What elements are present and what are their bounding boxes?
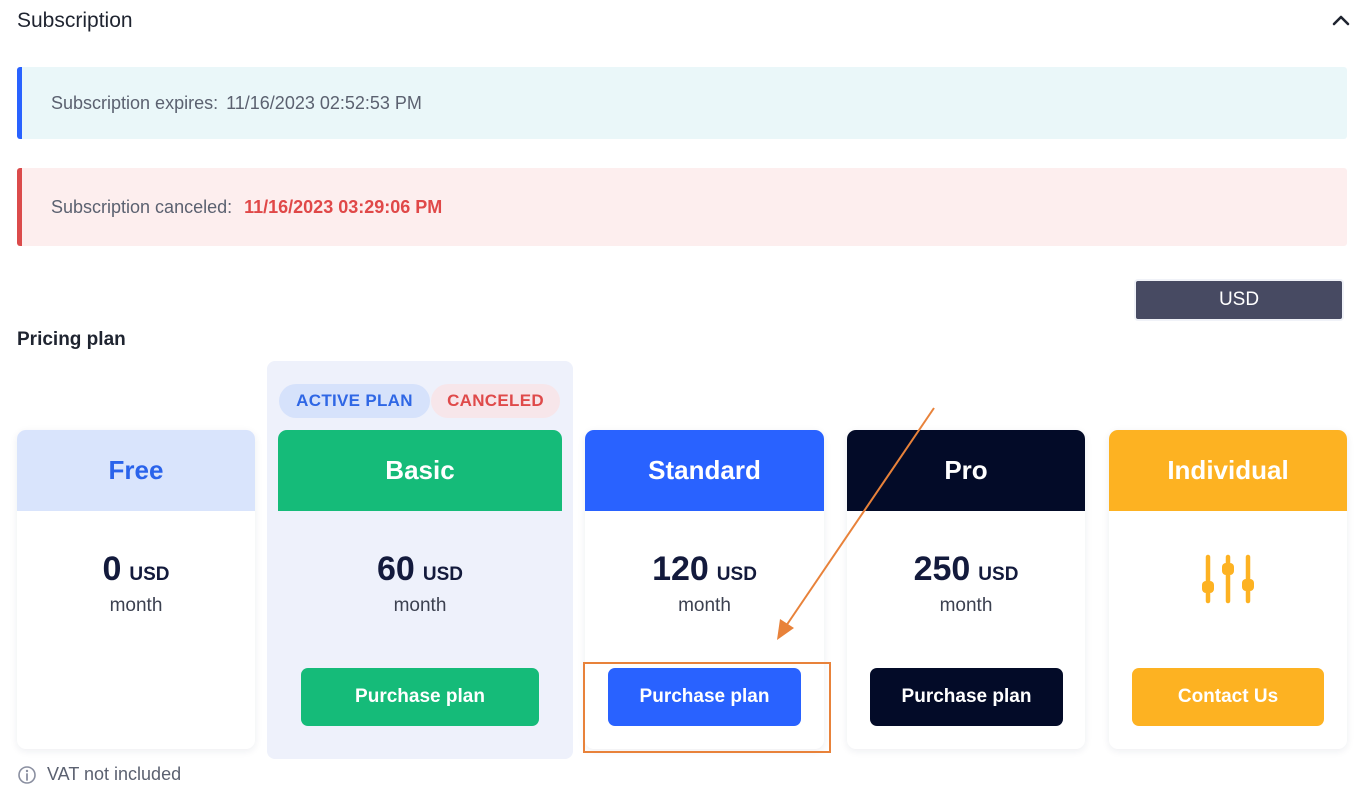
price-currency: USD [422,564,463,585]
plan-name: Standard [585,430,824,511]
plan-card-basic: Basic 60 USD month Purchase plan [278,430,562,750]
active-plan-badge: ACTIVE PLAN [279,384,430,418]
expiry-alert: Subscription expires: 11/16/2023 02:52:5… [17,67,1347,139]
plan-price: 120 USD [585,550,824,589]
plan-card-individual: Individual Contact Us [1109,430,1347,749]
vat-note-text: VAT not included [47,764,182,784]
expiry-value: 11/16/2023 02:52:53 PM [226,92,422,113]
plan-price: 250 USD [847,550,1085,589]
purchase-pro-button[interactable]: Purchase plan [870,668,1063,726]
plan-name: Individual [1109,430,1347,511]
equalizer-icon [1202,554,1254,604]
plan-card-free: Free 0 USD month [17,430,255,749]
price-amount: 120 [652,550,709,588]
chevron-up-icon[interactable] [1330,10,1352,30]
plan-period: month [678,595,731,616]
info-icon [18,765,36,784]
canceled-value: 11/16/2023 03:29:06 PM [244,196,443,217]
plan-card-pro: Pro 250 USD month Purchase plan [847,430,1085,749]
price-currency: USD [978,564,1019,585]
plan-period: month [393,595,447,616]
contact-us-button[interactable]: Contact Us [1132,668,1324,726]
expiry-label: Subscription expires: [51,92,219,113]
currency-selector[interactable]: USD [1134,279,1344,321]
canceled-alert: Subscription canceled: 11/16/2023 03:29:… [17,168,1347,246]
plan-name: Basic [278,430,562,511]
plan-price: 0 USD [17,550,255,589]
vat-note: VAT not included [17,764,181,785]
price-amount: 0 [102,550,122,588]
plan-period: month [109,595,163,616]
annotation-highlight-box [583,662,831,753]
section-title: Subscription [17,9,133,32]
canceled-badge: CANCELED [431,384,560,418]
price-amount: 250 [913,550,971,588]
price-currency: USD [716,564,757,585]
pricing-plan-label: Pricing plan [17,329,126,350]
plan-name: Pro [847,430,1085,511]
plan-price: 60 USD [278,550,562,589]
canceled-label: Subscription canceled: [51,196,233,217]
price-amount: 60 [377,550,415,588]
purchase-basic-button[interactable]: Purchase plan [301,668,539,726]
subscription-page: Subscription Subscription expires: 11/16… [0,0,1370,803]
plan-name: Free [17,430,255,511]
plan-period: month [939,595,993,616]
price-currency: USD [129,564,170,585]
